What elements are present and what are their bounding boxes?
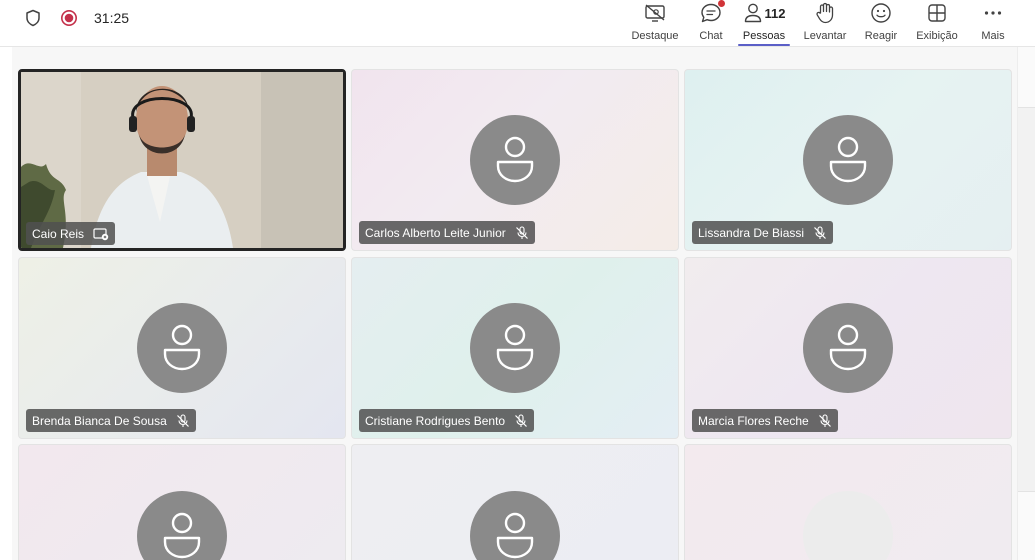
people-button[interactable]: 112 Pessoas xyxy=(734,0,794,47)
participant-name: Cristiane Rodrigues Bento xyxy=(365,413,506,428)
people-label: Pessoas xyxy=(742,30,786,42)
participant-name: Carlos Alberto Leite Junior xyxy=(365,225,506,240)
person-icon xyxy=(743,2,763,24)
participant-tile[interactable] xyxy=(684,444,1012,560)
more-button[interactable]: Mais xyxy=(968,0,1018,47)
avatar xyxy=(803,491,893,560)
avatar xyxy=(470,303,560,393)
avatar xyxy=(137,303,227,393)
raise-hand-button[interactable]: Levantar xyxy=(794,0,856,47)
participant-name: Lissandra De Biassi xyxy=(698,225,805,240)
participant-tile-lissandra-de-biassi[interactable]: Lissandra De Biassi xyxy=(684,69,1012,251)
participant-name-tag: Lissandra De Biassi xyxy=(692,221,834,244)
participant-tile-marcia-flores-reche[interactable]: Marcia Flores Reche xyxy=(684,257,1012,439)
avatar xyxy=(803,303,893,393)
participant-gallery: Caio Reis Carlos Alberto Leite Junior Li… xyxy=(12,47,1017,560)
participant-name-tag: Brenda Bianca De Sousa xyxy=(26,409,196,432)
recording-icon[interactable] xyxy=(58,7,80,29)
chat-button[interactable]: Chat xyxy=(688,0,734,47)
chat-icon xyxy=(699,0,725,25)
spotlight-icon xyxy=(643,1,667,25)
chat-notification-dot xyxy=(718,0,725,7)
react-button[interactable]: Reagir xyxy=(856,0,906,47)
participant-name-tag: Marcia Flores Reche xyxy=(692,409,838,432)
chat-label: Chat xyxy=(699,30,723,42)
more-label: Mais xyxy=(981,30,1005,42)
participant-tile[interactable] xyxy=(351,444,679,560)
mic-muted-icon xyxy=(515,225,529,240)
participant-tile-carlos-alberto-leite-junior[interactable]: Carlos Alberto Leite Junior xyxy=(351,69,679,251)
meeting-top-bar: 31:25 Destaque Chat 112 Pessoas Levantar… xyxy=(0,0,1035,47)
participant-name-tag: Caio Reis xyxy=(26,222,116,245)
mic-muted-icon xyxy=(818,413,832,428)
participant-tile-brenda-bianca-de-sousa[interactable]: Brenda Bianca De Sousa xyxy=(18,257,346,439)
view-label: Exibição xyxy=(916,30,958,42)
smiley-icon xyxy=(870,1,892,25)
view-button[interactable]: Exibição xyxy=(906,0,968,47)
screen-share-icon xyxy=(93,227,109,241)
participant-name: Marcia Flores Reche xyxy=(698,413,809,428)
gallery-scrollbar[interactable] xyxy=(1017,47,1035,560)
spotlight-label: Destaque xyxy=(631,30,679,42)
avatar xyxy=(137,491,227,560)
participant-name-tag: Carlos Alberto Leite Junior xyxy=(359,221,535,244)
people-count: 112 xyxy=(764,5,786,21)
scrollbar-thumb[interactable] xyxy=(1018,107,1035,492)
avatar xyxy=(803,115,893,205)
meeting-status: 31:25 xyxy=(22,6,129,30)
participant-tile[interactable] xyxy=(18,444,346,560)
avatar xyxy=(470,491,560,560)
raise-hand-label: Levantar xyxy=(803,30,847,42)
hand-icon xyxy=(814,1,836,25)
shield-icon[interactable] xyxy=(22,7,44,29)
participant-name: Brenda Bianca De Sousa xyxy=(32,413,167,428)
meeting-toolbar: Destaque Chat 112 Pessoas Levantar Reagi… xyxy=(622,0,1018,47)
react-label: Reagir xyxy=(864,30,898,42)
avatar xyxy=(470,115,560,205)
participant-name: Caio Reis xyxy=(32,226,85,241)
people-icon-group: 112 xyxy=(743,1,786,25)
participant-tile-cristiane-rodrigues-bento[interactable]: Cristiane Rodrigues Bento xyxy=(351,257,679,439)
grid-view-icon xyxy=(926,1,948,25)
mic-muted-icon xyxy=(176,413,190,428)
mic-muted-icon xyxy=(813,225,827,240)
participant-tile-caio-reis[interactable]: Caio Reis xyxy=(18,69,346,251)
more-icon xyxy=(982,1,1004,25)
participant-name-tag: Cristiane Rodrigues Bento xyxy=(359,409,535,432)
meeting-timer: 31:25 xyxy=(94,10,130,26)
spotlight-button[interactable]: Destaque xyxy=(622,0,688,47)
mic-muted-icon xyxy=(514,413,528,428)
